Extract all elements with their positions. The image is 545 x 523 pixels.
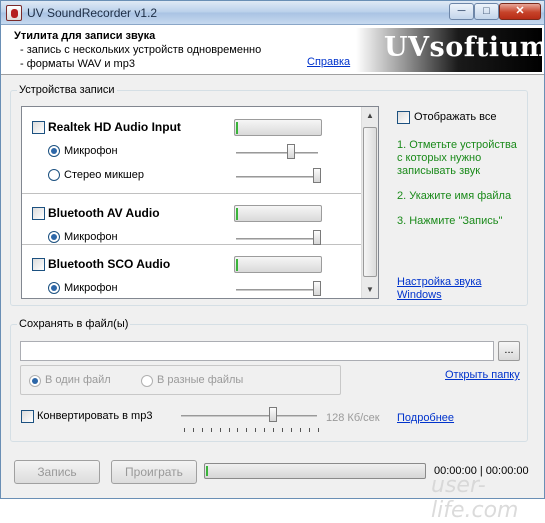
- volume-slider-track: [236, 238, 318, 240]
- show-all-label: Отображать все: [414, 111, 497, 123]
- volume-slider-track: [236, 152, 318, 154]
- bitrate-tick: [264, 428, 266, 432]
- playback-progress-bar: [204, 463, 426, 479]
- recording-devices-title: Устройства записи: [17, 84, 117, 96]
- title-bar[interactable]: UV SoundRecorder v1.2 ─ □ ✕: [1, 1, 544, 25]
- header-feature-2: - форматы WAV и mp3: [20, 58, 135, 70]
- device-list-scrollbar[interactable]: ▲ ▼: [361, 107, 378, 298]
- browse-button[interactable]: ...: [498, 341, 520, 361]
- bitrate-tick: [290, 428, 292, 432]
- input-radio-microphone[interactable]: [48, 282, 60, 294]
- volume-slider-track: [236, 176, 318, 178]
- device-name: Bluetooth SCO Audio: [48, 257, 171, 271]
- separate-files-radio[interactable]: [141, 375, 153, 387]
- separate-files-label: В разные файлы: [157, 374, 244, 386]
- input-radio-stereo-mix[interactable]: [48, 169, 60, 181]
- bitrate-tick: [210, 428, 212, 432]
- maximize-button[interactable]: □: [474, 3, 499, 20]
- bitrate-tick: [317, 428, 319, 432]
- scrollbar-thumb[interactable]: [363, 127, 377, 277]
- input-radio-microphone[interactable]: [48, 145, 60, 157]
- bitrate-tick: [228, 428, 230, 432]
- input-radio-microphone[interactable]: [48, 231, 60, 243]
- device-name: Bluetooth AV Audio: [48, 206, 160, 220]
- input-label: Микрофон: [64, 145, 118, 157]
- bitrate-tick: [273, 428, 274, 432]
- device-name: Realtek HD Audio Input: [48, 120, 181, 134]
- device-checkbox[interactable]: [32, 207, 45, 220]
- sound-settings-link[interactable]: Настройка звука Windows: [397, 276, 497, 302]
- record-button[interactable]: Запись: [14, 460, 100, 484]
- uvsoftium-logo: UVsoftium: [356, 28, 542, 72]
- bitrate-tick: [237, 428, 239, 432]
- bitrate-tick: [184, 428, 185, 432]
- instruction-2: 2. Укажите имя файла: [397, 190, 512, 202]
- volume-slider-thumb[interactable]: [287, 144, 295, 159]
- scroll-down-icon[interactable]: ▼: [362, 281, 378, 298]
- header-title: Утилита для записи звука: [14, 30, 156, 42]
- more-info-link[interactable]: Подробнее: [397, 412, 454, 424]
- device-bluetooth-av: Bluetooth AV Audio Микрофон: [22, 195, 362, 245]
- open-folder-link[interactable]: Открыть папку: [445, 369, 520, 381]
- bitrate-tick: [246, 428, 248, 432]
- show-all-checkbox[interactable]: [397, 111, 410, 124]
- header-feature-1: - запись с нескольких устройств одноврем…: [20, 44, 262, 56]
- app-window: UV SoundRecorder v1.2 ─ □ ✕ Утилита для …: [0, 0, 545, 523]
- bitrate-slider-thumb[interactable]: [269, 407, 277, 422]
- bitrate-tick: [308, 428, 310, 432]
- device-realtek: Realtek HD Audio Input Микрофон Стерео м…: [22, 107, 362, 194]
- bitrate-slider-track: [181, 415, 317, 417]
- device-list: Realtek HD Audio Input Микрофон Стерео м…: [21, 106, 379, 299]
- input-label: Микрофон: [64, 231, 118, 243]
- device-checkbox[interactable]: [32, 121, 45, 134]
- bitrate-tick: [281, 428, 283, 432]
- bitrate-tick: [255, 428, 257, 432]
- one-file-label: В один файл: [45, 374, 111, 386]
- input-label: Стерео микшер: [64, 169, 144, 181]
- header-banner: Утилита для записи звука - запись с неск…: [1, 25, 544, 75]
- file-mode-box: В один файл В разные файлы: [20, 365, 341, 395]
- bitrate-tick: [192, 428, 194, 432]
- logo-text: UVsoftium: [384, 32, 542, 63]
- play-button[interactable]: Проиграть: [111, 460, 197, 484]
- device-bluetooth-sco: Bluetooth SCO Audio Микрофон: [22, 246, 362, 298]
- close-button[interactable]: ✕: [499, 3, 541, 20]
- bitrate-tick: [299, 428, 301, 432]
- watermark: user-life.com: [431, 473, 519, 523]
- level-meter: [234, 119, 322, 136]
- level-meter: [234, 205, 322, 222]
- convert-mp3-label: Конвертировать в mp3: [37, 410, 153, 422]
- bitrate-tick: [201, 428, 203, 432]
- volume-slider-track: [236, 289, 318, 291]
- volume-slider-thumb[interactable]: [313, 281, 321, 296]
- app-icon[interactable]: [6, 5, 22, 21]
- input-label: Микрофон: [64, 282, 118, 294]
- minimize-button[interactable]: ─: [449, 3, 474, 20]
- window-title: UV SoundRecorder v1.2: [27, 6, 158, 20]
- device-checkbox[interactable]: [32, 258, 45, 271]
- one-file-radio[interactable]: [29, 375, 41, 387]
- save-group-title: Сохранять в файл(ы): [17, 318, 131, 330]
- help-link[interactable]: Справка: [307, 56, 350, 68]
- level-meter: [234, 256, 322, 273]
- file-path-input[interactable]: [20, 341, 494, 361]
- bitrate-label: 128 Кб/сек: [326, 412, 380, 424]
- bitrate-tick: [219, 428, 221, 432]
- volume-slider-thumb[interactable]: [313, 168, 321, 183]
- volume-slider-thumb[interactable]: [313, 230, 321, 245]
- scroll-up-icon[interactable]: ▲: [362, 107, 378, 124]
- convert-mp3-checkbox[interactable]: [21, 410, 34, 423]
- instruction-3: 3. Нажмите "Запись": [397, 215, 503, 227]
- instruction-1: 1. Отметьте устройства с которых нужно з…: [397, 139, 517, 177]
